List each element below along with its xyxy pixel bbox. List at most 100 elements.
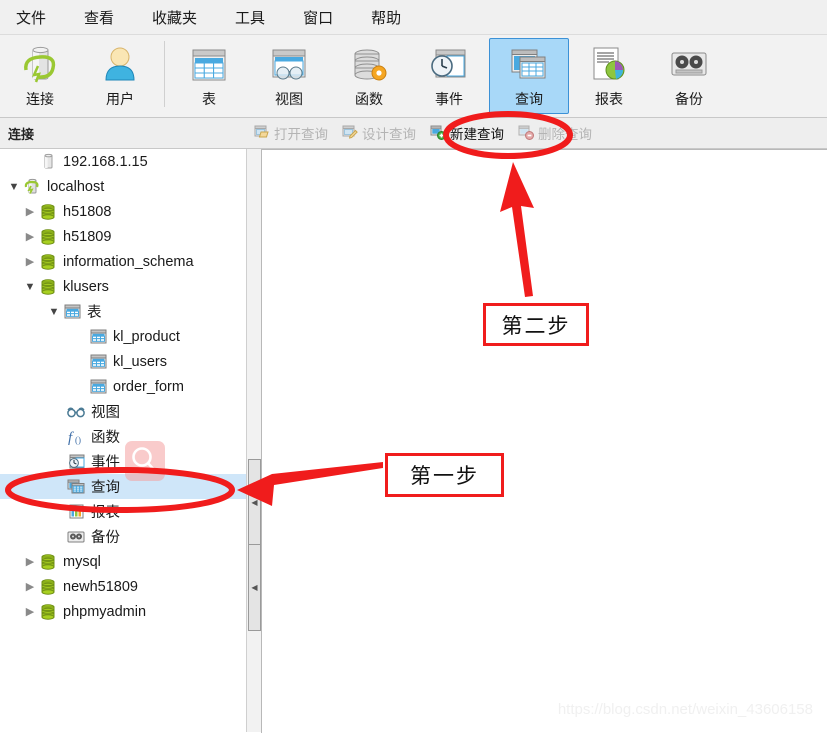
tree-item-tables-folder[interactable]: ▼ 表	[0, 299, 246, 324]
toolbar-button-backup[interactable]: 备份	[649, 38, 729, 114]
tree-item-kl-product[interactable]: kl_product	[0, 324, 246, 349]
tree-label: 函数	[91, 430, 120, 446]
toolbar-button-user[interactable]: 用户	[80, 38, 160, 114]
delete-query-label: 删除查询	[538, 127, 592, 142]
annotation-step-two-box: 第二步	[483, 303, 589, 346]
tree-label: newh51809	[63, 578, 138, 595]
tree-label: 视图	[91, 405, 120, 421]
tree-label: 表	[87, 305, 102, 321]
chevron-right-icon[interactable]: ▶	[22, 580, 38, 593]
tree-item-mysql[interactable]: ▶ mysql	[0, 549, 246, 574]
annotation-step-two-label: 第二步	[501, 313, 571, 338]
tree-item-functions-folder[interactable]: f () 函数	[0, 424, 246, 449]
chevron-down-icon[interactable]: ▼	[22, 281, 38, 293]
tree-item-information-schema[interactable]: ▶ information_schema	[0, 249, 246, 274]
chevron-down-icon[interactable]: ▼	[46, 306, 62, 318]
event-icon	[428, 43, 470, 87]
tree-label: 备份	[91, 530, 120, 546]
report-icon	[588, 43, 630, 87]
tree-label: information_schema	[63, 253, 194, 270]
toolbar-button-connection[interactable]: 连接	[0, 38, 80, 114]
table-icon	[88, 378, 108, 395]
tree-label: kl_product	[113, 328, 180, 345]
toolbar-label-backup: 备份	[675, 91, 703, 107]
tree-item-192-168-1-15[interactable]: 192.168.1.15	[0, 149, 246, 174]
secondary-toolbar: 连接 打开查询 设计查询 新建查询 删除查询	[0, 118, 827, 149]
design-query-icon	[342, 124, 358, 143]
toolbar-label-report: 报表	[595, 91, 623, 107]
menu-help[interactable]: 帮助	[361, 3, 411, 32]
server-connected-icon	[22, 178, 42, 196]
backup-icon	[66, 530, 86, 544]
query-list-area[interactable]	[261, 149, 827, 733]
chevron-right-icon[interactable]: ▶	[22, 605, 38, 618]
server-offline-icon	[38, 153, 58, 171]
tree-item-h51808[interactable]: ▶ h51808	[0, 199, 246, 224]
toolbar-button-event[interactable]: 事件	[409, 38, 489, 114]
tree-item-klusers[interactable]: ▼ klusers	[0, 274, 246, 299]
database-icon	[38, 253, 58, 271]
view-icon	[66, 405, 86, 419]
tree-label: mysql	[63, 553, 101, 570]
tree-label: 192.168.1.15	[63, 153, 148, 170]
tree-label: 事件	[91, 455, 120, 471]
toolbar-label-function: 函数	[355, 91, 383, 107]
new-query-button[interactable]: 新建查询	[424, 121, 510, 145]
tree-item-reports-folder[interactable]: 报表	[0, 499, 246, 524]
new-query-icon	[430, 124, 446, 143]
chevron-down-icon[interactable]: ▼	[6, 181, 22, 193]
menu-tools[interactable]: 工具	[225, 3, 275, 32]
tree-label: klusers	[63, 278, 109, 295]
tree-item-h51809[interactable]: ▶ h51809	[0, 224, 246, 249]
tree-item-queries-folder[interactable]: 查询	[0, 474, 246, 499]
toolbar-button-function[interactable]: 函数	[329, 38, 409, 114]
open-query-button[interactable]: 打开查询	[248, 121, 334, 145]
tree-item-localhost[interactable]: ▼ localhost	[0, 174, 246, 199]
toolbar-label-table: 表	[202, 91, 216, 107]
toolbar-label-user: 用户	[106, 91, 134, 107]
svg-text:(): ()	[75, 435, 81, 445]
toolbar-button-table[interactable]: 表	[169, 38, 249, 114]
query-icon	[66, 478, 86, 495]
splitter-grip-bottom[interactable]: ◀	[248, 544, 261, 631]
tree-item-phpmyadmin[interactable]: ▶ phpmyadmin	[0, 599, 246, 624]
chevron-right-icon[interactable]: ▶	[22, 205, 38, 218]
menu-bar: 文件 查看 收藏夹 工具 窗口 帮助	[0, 0, 827, 35]
open-query-icon	[254, 124, 270, 143]
toolbar-separator	[164, 41, 165, 107]
tree-item-newh51809[interactable]: ▶ newh51809	[0, 574, 246, 599]
backup-icon	[668, 43, 710, 87]
table-icon	[188, 43, 230, 87]
connection-panel-title: 连接	[8, 126, 35, 142]
tree-item-backups-folder[interactable]: 备份	[0, 524, 246, 549]
delete-query-button[interactable]: 删除查询	[512, 121, 598, 145]
chevron-right-icon[interactable]: ▶	[22, 230, 38, 243]
toolbar-button-query[interactable]: 查询	[489, 38, 569, 114]
chevron-right-icon[interactable]: ▶	[22, 255, 38, 268]
connection-icon	[20, 43, 60, 87]
menu-window[interactable]: 窗口	[293, 3, 343, 32]
tree-item-views-folder[interactable]: 视图	[0, 399, 246, 424]
menu-file[interactable]: 文件	[6, 3, 56, 32]
design-query-button[interactable]: 设计查询	[336, 121, 422, 145]
menu-favorites[interactable]: 收藏夹	[142, 3, 207, 32]
panel-splitter[interactable]: ◀ ◀	[246, 149, 262, 732]
database-icon	[38, 553, 58, 571]
tree-label: 报表	[91, 505, 120, 521]
menu-view[interactable]: 查看	[74, 3, 124, 32]
query-icon	[508, 43, 550, 87]
tree-label: h51808	[63, 203, 112, 220]
toolbar-button-view[interactable]: 视图	[249, 38, 329, 114]
tree-item-kl-users[interactable]: kl_users	[0, 349, 246, 374]
table-icon	[88, 328, 108, 345]
splitter-grip-top[interactable]: ◀	[248, 459, 261, 546]
toolbar-button-report[interactable]: 报表	[569, 38, 649, 114]
tree-label: phpmyadmin	[63, 603, 147, 620]
tree-label: kl_users	[113, 353, 167, 370]
chevron-right-icon[interactable]: ▶	[22, 555, 38, 568]
tree-item-events-folder[interactable]: 事件	[0, 449, 246, 474]
tree-item-order-form[interactable]: order_form	[0, 374, 246, 399]
object-tree-panel[interactable]: 192.168.1.15 ▼ localhost ▶ h51808 ▶ h518…	[0, 149, 246, 732]
tree-label: order_form	[113, 378, 184, 395]
delete-query-icon	[518, 124, 534, 143]
